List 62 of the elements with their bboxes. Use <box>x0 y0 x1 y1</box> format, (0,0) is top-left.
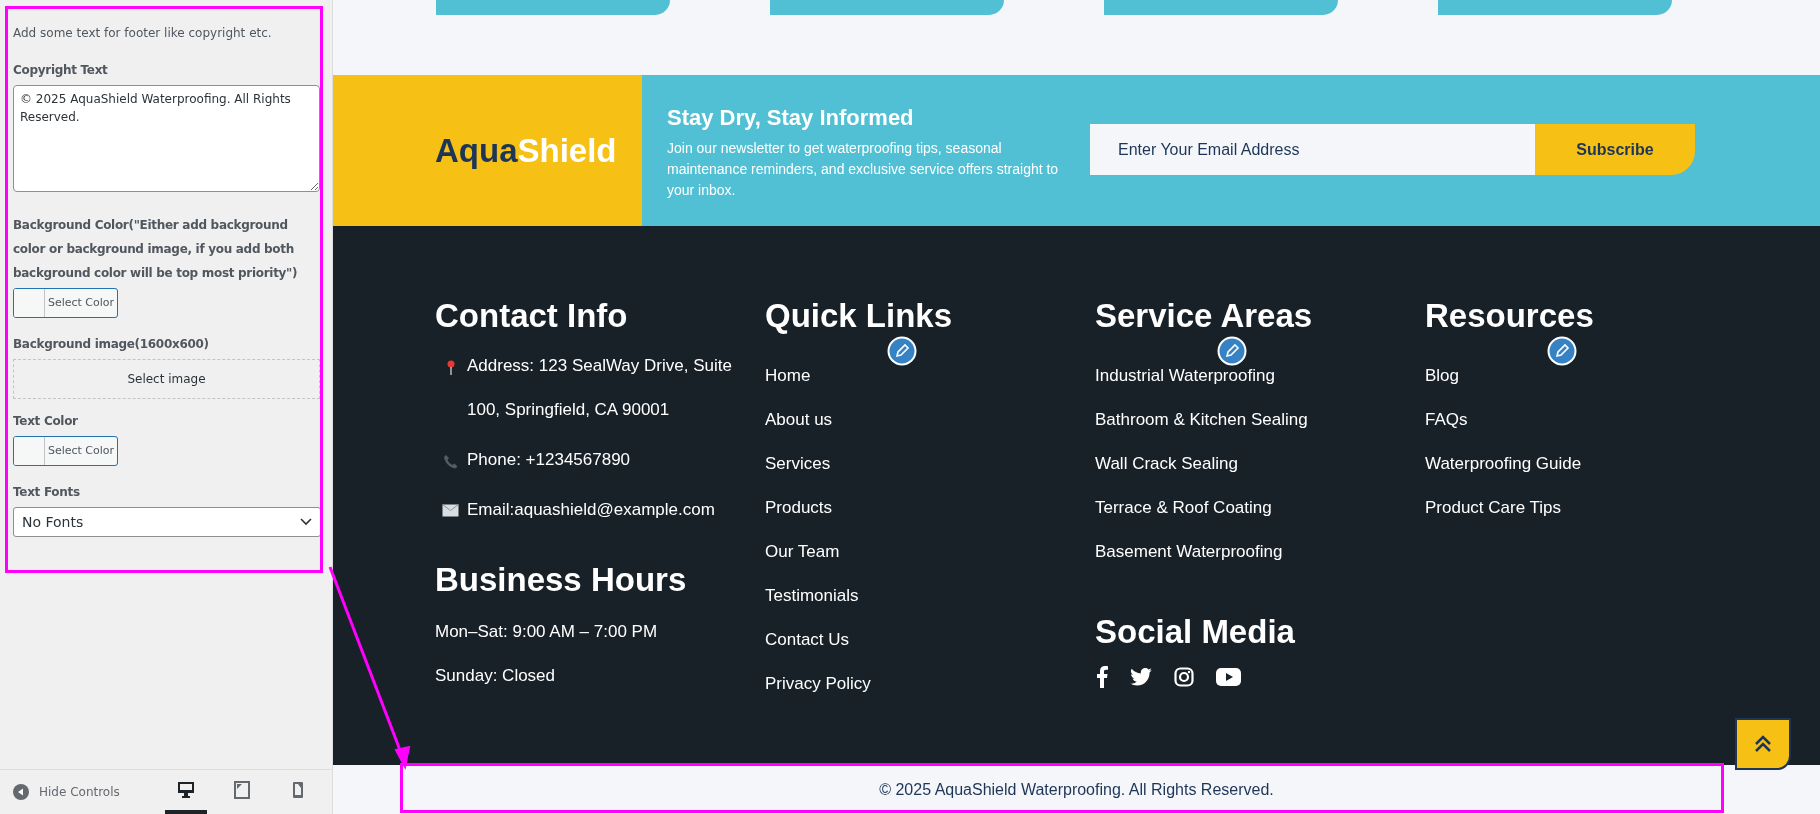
footer-link[interactable]: About us <box>765 398 833 442</box>
copyright-text: © 2025 AquaShield Waterproofing. All Rights Reserved. <box>879 779 1274 800</box>
footer-link[interactable]: Wall Crack Sealing <box>1095 442 1238 486</box>
twitter-icon[interactable] <box>1130 668 1152 686</box>
footer-link[interactable]: Privacy Policy <box>765 662 871 706</box>
field-label: Background Color("Either add background color or background image, if you add both background color will be top most priority") <box>13 217 299 282</box>
footer-link[interactable]: Blog <box>1425 354 1460 398</box>
footer-link[interactable]: Terrace & Roof Coating <box>1095 486 1272 530</box>
field-label: Text Color <box>13 413 79 430</box>
tablet-icon <box>233 781 251 799</box>
phone-icon <box>442 454 459 470</box>
logo: AquaShield <box>435 134 617 167</box>
footer-link[interactable]: Testimonials <box>765 574 859 618</box>
contact-text: Address: 123 SealWay Drive, Suite 100, Springfield, CA 90001 <box>467 355 733 421</box>
scroll-top-button[interactable] <box>1735 718 1791 770</box>
chevron-down-icon <box>300 518 312 526</box>
footer-link[interactable]: FAQs <box>1425 398 1468 442</box>
facebook-icon[interactable] <box>1096 666 1108 688</box>
contact-text: Email:aquashield@example.com <box>467 499 716 521</box>
footer-link[interactable]: Contact Us <box>765 618 850 662</box>
column-heading: Service Areas <box>1095 296 1314 336</box>
color-picker-button[interactable]: Select Color <box>13 436 118 466</box>
column-heading: Business Hours <box>435 560 688 600</box>
field-label: Background image(1600x600) <box>13 336 210 353</box>
edit-shortcut-icon[interactable] <box>1217 336 1247 366</box>
collapse-icon <box>13 784 29 800</box>
envelope-icon <box>442 504 459 517</box>
footer-link[interactable]: Products <box>765 486 833 530</box>
select-image-button[interactable]: Select image <box>13 359 320 399</box>
column-heading: Contact Info <box>435 296 629 336</box>
newsletter-title: Stay Dry, Stay Informed <box>667 104 915 132</box>
pin-icon <box>445 360 456 376</box>
instagram-icon[interactable] <box>1174 667 1194 687</box>
youtube-icon[interactable] <box>1216 668 1241 686</box>
footer-link[interactable]: Our Team <box>765 530 840 574</box>
desktop-icon <box>177 781 195 799</box>
footer-link[interactable]: Services <box>765 442 831 486</box>
column-heading: Quick Links <box>765 296 954 336</box>
footer-link[interactable]: Basement Waterproofing <box>1095 530 1283 574</box>
color-picker-button[interactable]: Select Color <box>13 288 118 318</box>
newsletter-text: Join our newsletter to get waterproofing tips, seasonal maintenance reminders, and exclusive service offers straight to your inbox. <box>667 139 1060 200</box>
edit-shortcut-icon[interactable] <box>1547 336 1577 366</box>
column-heading: Social Media <box>1095 612 1296 652</box>
panel-description: Add some text for footer like copyright etc. <box>13 25 273 42</box>
footer-link[interactable]: Bathroom & Kitchen Sealing <box>1095 398 1308 442</box>
hide-controls-button[interactable]: Hide Controls <box>13 783 120 801</box>
footer-link[interactable]: Product Care Tips <box>1425 486 1562 530</box>
copyright-text-field[interactable]: © 2025 AquaShield Waterproofing. All Rights Reserved. <box>13 85 320 192</box>
footer-link[interactable]: Home <box>765 354 811 398</box>
field-label: Text Fonts <box>13 484 81 501</box>
footer-link[interactable]: Waterproofing Guide <box>1425 442 1582 486</box>
email-field[interactable]: Enter Your Email Address <box>1090 124 1535 175</box>
double-chevron-up-icon <box>1753 734 1773 754</box>
hours-text: Mon–Sat: 9:00 AM – 7:00 PM <box>435 621 659 643</box>
subscribe-button[interactable]: Subscribe <box>1535 124 1695 175</box>
footer-link[interactable]: Industrial Waterproofing <box>1095 354 1275 398</box>
hours-text: Sunday: Closed <box>435 665 557 687</box>
font-select[interactable]: No Fonts <box>13 507 321 537</box>
contact-text: Phone: +1234567890 <box>467 449 632 471</box>
edit-shortcut-icon[interactable] <box>887 336 917 366</box>
field-label: Copyright Text <box>13 62 109 79</box>
column-heading: Resources <box>1425 296 1595 336</box>
